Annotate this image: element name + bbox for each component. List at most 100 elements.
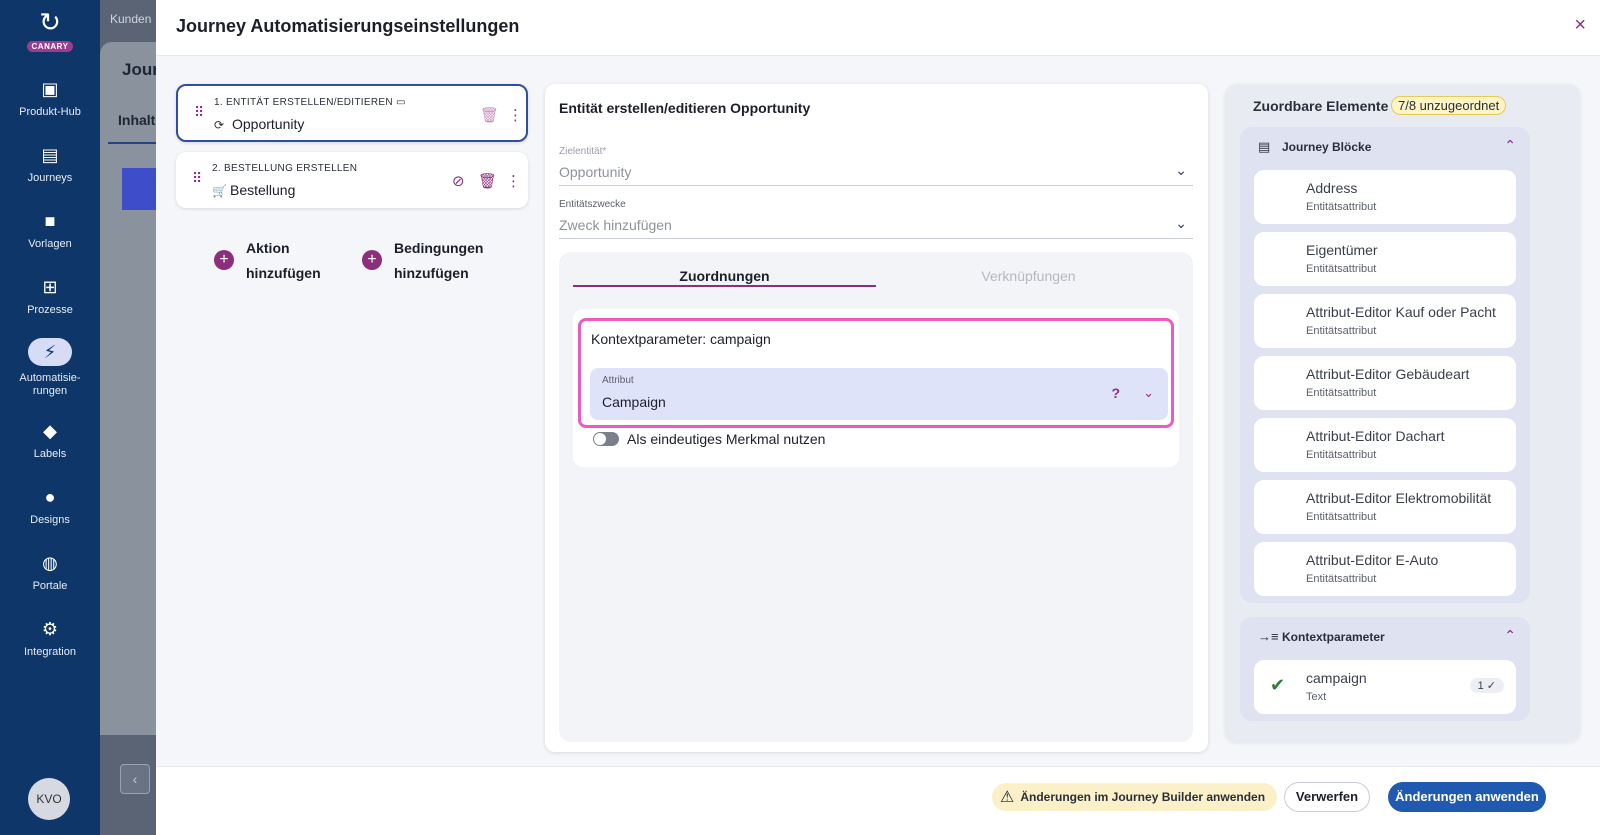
app-logo[interactable]: ↻ CANARY bbox=[26, 8, 74, 54]
drag-handle-icon[interactable]: ⠿ bbox=[192, 170, 202, 187]
collapse-button: ‹ bbox=[120, 764, 150, 794]
bolt-icon: ⚡ bbox=[28, 338, 72, 366]
tab-indicator bbox=[108, 142, 156, 144]
label-icon: ◆ bbox=[43, 421, 57, 441]
assignable-elements-panel: Zuordbare Elemente 7/8 unzugeordnet ▤ Jo… bbox=[1225, 84, 1580, 742]
element-type: Entitätsattribut bbox=[1306, 573, 1377, 585]
close-icon[interactable]: × bbox=[1574, 14, 1586, 37]
list-item[interactable]: Attribut-Editor Kauf oder Pacht Entitäts… bbox=[1254, 294, 1516, 348]
tab-inhalt: Inhalt bbox=[118, 112, 156, 128]
mapping-area: Zuordnungen Verknüpfungen Kontextparamet… bbox=[559, 252, 1193, 742]
element-name: Attribut-Editor Elektromobilität bbox=[1306, 490, 1492, 506]
help-icon[interactable]: ? bbox=[1111, 385, 1120, 401]
chevron-up-icon[interactable]: ⌃ bbox=[1504, 137, 1516, 154]
cart-icon: 🛒 bbox=[212, 184, 227, 198]
drag-handle-icon[interactable]: ⠿ bbox=[194, 104, 204, 121]
modal-footer: ⚠ Änderungen im Journey Builder anwenden… bbox=[156, 766, 1600, 835]
highlighted-mapping: Kontextparameter: campaign Attribut Camp… bbox=[578, 318, 1174, 428]
sync-icon: ⟳ bbox=[214, 118, 225, 132]
delete-icon[interactable]: 🗑 bbox=[480, 106, 499, 124]
warning-banner: ⚠ Änderungen im Journey Builder anwenden bbox=[992, 783, 1278, 811]
nav-label: Integration bbox=[24, 646, 76, 658]
chevron-up-icon[interactable]: ⌃ bbox=[1504, 627, 1516, 644]
left-nav: ↻ CANARY ▣ Produkt-Hub ▤ Journeys ■ Vorl… bbox=[0, 0, 100, 835]
list-item[interactable]: Attribut-Editor E-Auto Entitätsattribut bbox=[1254, 542, 1516, 596]
delete-icon[interactable]: 🗑 bbox=[478, 172, 497, 190]
tab-zuordnungen[interactable]: Zuordnungen bbox=[573, 268, 876, 286]
list-item[interactable]: Eigentümer Entitätsattribut bbox=[1254, 232, 1516, 286]
element-name: campaign bbox=[1306, 670, 1367, 686]
warning-text: Änderungen im Journey Builder anwenden bbox=[1020, 790, 1266, 804]
element-type: Entitätsattribut bbox=[1306, 511, 1377, 523]
logo-text: CANARY bbox=[26, 41, 74, 52]
visibility-off-icon[interactable]: ⊘ bbox=[452, 172, 465, 190]
nav-label: Vorlagen bbox=[28, 238, 72, 250]
chevron-down-icon: ⌄ bbox=[1143, 385, 1154, 400]
automation-settings-modal: Journey Automatisierungseinstellungen × … bbox=[156, 0, 1600, 835]
element-name: Eigentümer bbox=[1306, 242, 1378, 258]
step-card-1[interactable]: ⠿ 1. ENTITÄT ERSTELLEN/EDITIEREN ▭ ⟳ Oppo… bbox=[176, 84, 528, 142]
list-item[interactable]: Address Entitätsattribut bbox=[1254, 170, 1516, 224]
nav-item-integration[interactable]: ⚙ Integration bbox=[0, 618, 100, 658]
background-app: Kunden Jour Inhalt ‹ bbox=[100, 0, 156, 835]
step-label: 2. BESTELLUNG ERSTELLEN bbox=[212, 163, 358, 174]
assignable-title: Zuordbare Elemente bbox=[1253, 98, 1389, 114]
element-type: Entitätsattribut bbox=[1306, 449, 1377, 461]
nav-label: Labels bbox=[33, 448, 67, 460]
add-action-button[interactable]: + Aktion hinzufügen bbox=[214, 236, 321, 286]
list-item[interactable]: Attribut-Editor Dachart Entitätsattribut bbox=[1254, 418, 1516, 472]
attribute-select[interactable]: Attribut Campaign ? ⌄ bbox=[590, 368, 1168, 420]
step-value: 🛒 Bestellung bbox=[212, 182, 296, 198]
element-name: Attribut-Editor Kauf oder Pacht bbox=[1306, 304, 1496, 320]
journey-blocks-header[interactable]: ▤ Journey Blöcke bbox=[1258, 139, 1371, 155]
list-item[interactable]: Attribut-Editor Elektromobilität Entität… bbox=[1254, 480, 1516, 534]
nav-label: Journeys bbox=[27, 172, 73, 184]
nav-item-portale[interactable]: ◍ Portale bbox=[0, 552, 100, 592]
breadcrumb: Kunden bbox=[110, 12, 152, 26]
list-item[interactable]: ✔ campaign Text 1 ✓ bbox=[1254, 660, 1516, 714]
canary-logo-icon: ↻ bbox=[39, 7, 61, 37]
nav-item-prozesse[interactable]: ⊞ Prozesse bbox=[0, 276, 100, 316]
context-param-icon: →≡ bbox=[1258, 629, 1279, 644]
target-entity-value: Opportunity bbox=[559, 164, 632, 180]
attribute-value: Campaign bbox=[602, 394, 666, 410]
more-icon[interactable]: ⋮ bbox=[506, 172, 521, 190]
assignment-count-badge[interactable]: 1 ✓ bbox=[1469, 678, 1504, 693]
chevron-down-icon: ⌄ bbox=[1175, 215, 1187, 231]
nav-item-designs[interactable]: ● Designs bbox=[0, 486, 100, 526]
nav-item-labels[interactable]: ◆ Labels bbox=[0, 420, 100, 460]
nav-label: Designs bbox=[30, 514, 70, 526]
tab-indicator bbox=[573, 285, 876, 287]
entity-purpose-label: Entitätszwecke bbox=[559, 199, 626, 210]
unique-toggle[interactable] bbox=[593, 432, 619, 446]
modal-header: Journey Automatisierungseinstellungen × bbox=[156, 0, 1600, 56]
layout-icon: ▤ bbox=[41, 145, 59, 165]
element-name: Attribut-Editor Gebäudeart bbox=[1306, 366, 1470, 382]
target-entity-label: Zielentität* bbox=[559, 146, 607, 157]
plus-icon: + bbox=[214, 250, 234, 270]
globe-icon: ◍ bbox=[42, 553, 58, 573]
context-params-header[interactable]: →≡ Kontextparameter bbox=[1258, 629, 1385, 644]
plus-icon: + bbox=[362, 250, 382, 270]
step-card-2[interactable]: ⠿ 2. BESTELLUNG ERSTELLEN 🛒 Bestellung ⊘ … bbox=[176, 152, 528, 208]
unassigned-badge: 7/8 unzugeordnet bbox=[1391, 96, 1507, 115]
process-icon: ⊞ bbox=[42, 277, 58, 297]
nav-item-vorlagen[interactable]: ■ Vorlagen bbox=[0, 210, 100, 250]
apply-changes-button[interactable]: Änderungen anwenden bbox=[1388, 782, 1546, 812]
nav-item-automatisierungen[interactable]: ⚡ Automatisie-rungen bbox=[0, 338, 100, 398]
editor-title: Entität erstellen/editieren Opportunity bbox=[559, 100, 811, 116]
target-entity-select[interactable]: Zielentität* Opportunity ⌄ bbox=[559, 140, 1193, 186]
more-icon[interactable]: ⋮ bbox=[508, 106, 523, 124]
entity-editor-panel: Entität erstellen/editieren Opportunity … bbox=[545, 84, 1208, 752]
journey-blocks-group: ▤ Journey Blöcke ⌃ Address Entitätsattri… bbox=[1240, 127, 1530, 603]
nav-item-journeys[interactable]: ▤ Journeys bbox=[0, 144, 100, 184]
nav-item-produkt-hub[interactable]: ▣ Produkt-Hub bbox=[0, 78, 100, 118]
layout-icon: ▤ bbox=[1258, 139, 1271, 154]
add-action-label: Aktion hinzufügen bbox=[246, 240, 321, 281]
user-avatar[interactable]: KVO bbox=[28, 778, 70, 820]
entity-purpose-select[interactable]: Entitätszwecke Zweck hinzufügen ⌄ bbox=[559, 193, 1193, 239]
discard-button[interactable]: Verwerfen bbox=[1284, 782, 1370, 812]
list-item[interactable]: Attribut-Editor Gebäudeart Entitätsattri… bbox=[1254, 356, 1516, 410]
tab-verknuepfungen[interactable]: Verknüpfungen bbox=[877, 268, 1180, 286]
add-condition-button[interactable]: + Bedingungen hinzufügen bbox=[362, 236, 483, 286]
